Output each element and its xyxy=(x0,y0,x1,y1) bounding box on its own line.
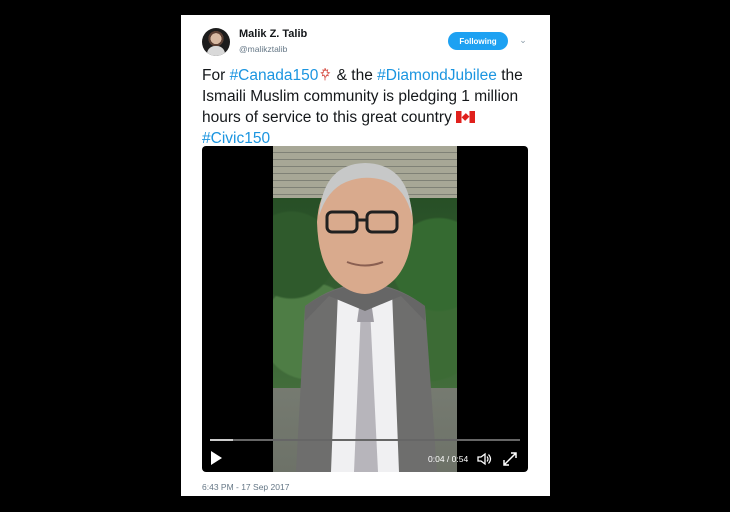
chevron-down-icon[interactable]: ⌄ xyxy=(518,35,528,45)
volume-button[interactable] xyxy=(476,451,492,467)
video-time: 0:04 / 0:54 xyxy=(428,454,469,464)
hashtag-canada150[interactable]: #Canada150 xyxy=(230,67,319,84)
canada-flag-icon xyxy=(456,111,476,123)
play-button[interactable] xyxy=(208,450,224,466)
play-icon xyxy=(211,451,222,465)
progress-fill xyxy=(210,439,233,441)
author-name[interactable]: Malik Z. Talib xyxy=(239,28,307,40)
video-player[interactable]: 0:04 / 0:54 xyxy=(202,146,528,472)
avatar[interactable] xyxy=(202,28,230,56)
maple-leaf-icon xyxy=(320,68,331,81)
tweet-text-part: For xyxy=(202,67,230,84)
tweet-timestamp[interactable]: 6:43 PM - 17 Sep 2017 xyxy=(202,482,289,492)
tweet-text-part: & the xyxy=(332,67,378,84)
video-controls: 0:04 / 0:54 xyxy=(202,422,528,472)
fullscreen-button[interactable] xyxy=(502,451,518,467)
fullscreen-icon xyxy=(503,452,517,466)
volume-icon xyxy=(477,452,492,466)
tweet-card: Malik Z. Talib @malikztalib Following ⌄ … xyxy=(181,15,550,496)
progress-track[interactable] xyxy=(210,439,520,441)
hashtag-diamondjubilee[interactable]: #DiamondJubilee xyxy=(377,67,497,84)
tweet-text: For #Canada150 & the #DiamondJubilee the… xyxy=(202,65,540,149)
hashtag-civic150[interactable]: #Civic150 xyxy=(202,130,270,147)
following-button[interactable]: Following xyxy=(448,32,508,50)
author-handle[interactable]: @malikztalib xyxy=(239,44,287,54)
